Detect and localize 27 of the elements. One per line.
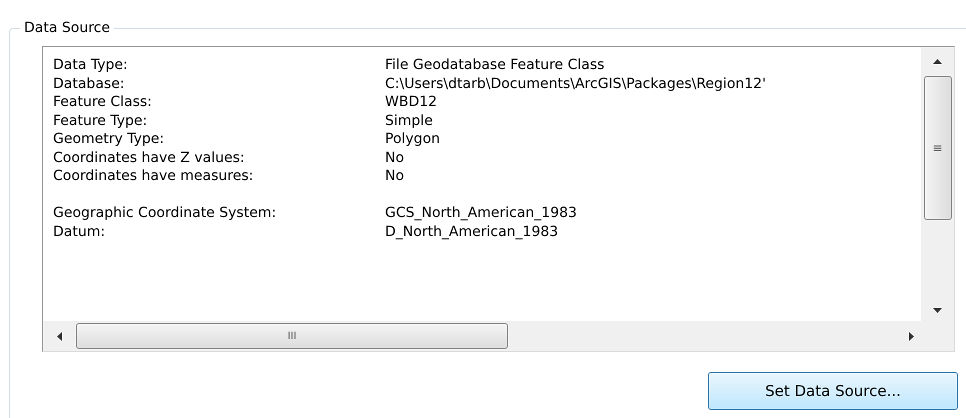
scroll-thumb[interactable]: III: [76, 323, 508, 349]
property-value: No: [385, 167, 404, 186]
property-label: Datum:: [53, 222, 106, 241]
property-label: Database:: [53, 74, 126, 93]
property-label: Geometry Type:: [53, 130, 166, 148]
property-value: D_North_American_1983: [385, 222, 558, 241]
property-label: Coordinates have Z values:: [53, 148, 246, 167]
property-value: GCS_North_American_1983: [385, 204, 577, 222]
property-value: Polygon: [385, 130, 440, 148]
scroll-down-icon[interactable]: [933, 308, 942, 313]
property-value: No: [385, 148, 404, 167]
vertical-scrollbar[interactable]: ≡: [921, 47, 954, 321]
scroll-thumb[interactable]: ≡: [924, 76, 952, 220]
property-value: C:\Users\dtarb\Documents\ArcGIS\Packages\Region12': [385, 74, 766, 93]
horizontal-scrollbar[interactable]: III: [43, 321, 954, 351]
property-label: Geographic Coordinate System:: [53, 204, 278, 222]
set-data-source-button[interactable]: Set Data Source...: [708, 372, 958, 410]
property-value: Simple: [385, 112, 433, 130]
scroll-up-icon[interactable]: [933, 59, 942, 64]
property-label: Coordinates have measures:: [53, 167, 254, 186]
property-label: Feature Type:: [53, 112, 148, 130]
property-value: WBD12: [385, 93, 438, 112]
scroll-left-icon[interactable]: [57, 332, 62, 340]
scroll-right-icon[interactable]: [909, 332, 914, 340]
property-value: File Geodatabase Feature Class: [385, 56, 604, 74]
property-label: Feature Class:: [53, 93, 153, 112]
property-label: Data Type:: [53, 56, 129, 74]
